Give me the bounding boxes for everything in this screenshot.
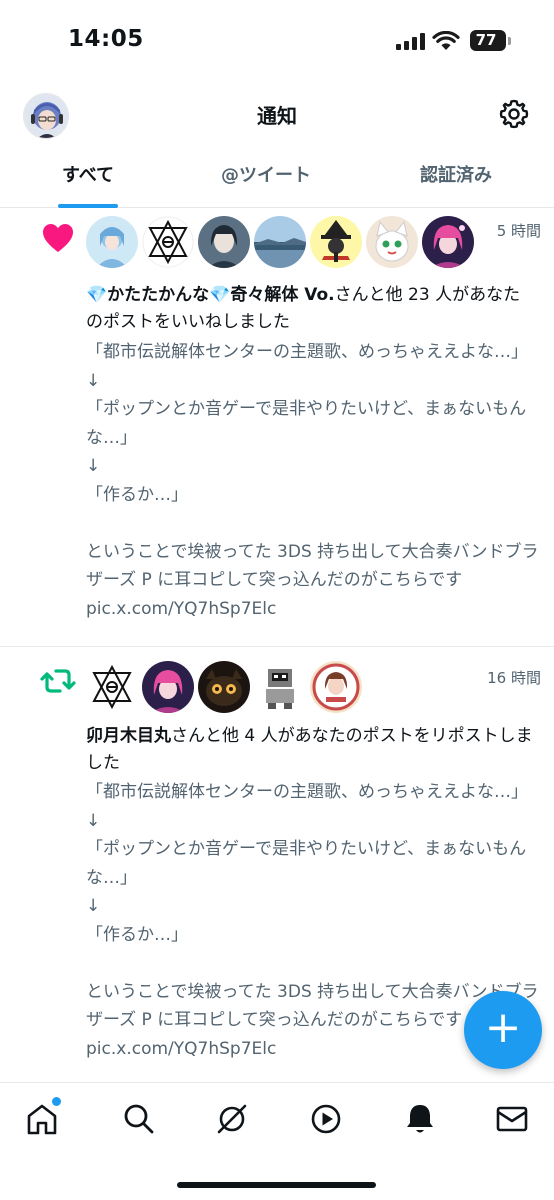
wifi-icon xyxy=(432,31,460,50)
avatar[interactable] xyxy=(254,216,306,268)
header: 通知 xyxy=(0,86,554,142)
notification-time: 5 時間 xyxy=(496,222,541,240)
avatar[interactable] xyxy=(142,661,194,713)
notification-actor[interactable]: 卯月木目丸 xyxy=(86,726,171,746)
notification-actor[interactable]: 💎かたたかんな💎奇々解体 Vo. xyxy=(86,285,335,305)
home-icon[interactable] xyxy=(24,1101,60,1137)
compose-button[interactable]: + xyxy=(464,991,542,1069)
notification-headline: 💎かたたかんな💎奇々解体 Vo.さんと他 23 人があなたのポストをいいねしまし… xyxy=(86,282,536,336)
tab-bar: すべて @ツイート 認証済み xyxy=(0,148,554,208)
notification-headline: 卯月木目丸さんと他 4 人があなたのポストをリポストしました xyxy=(86,723,536,777)
tab-verified[interactable]: 認証済み xyxy=(368,148,544,208)
repost-icon xyxy=(40,669,76,693)
avatar[interactable] xyxy=(422,216,474,268)
battery-icon: 77 xyxy=(470,30,506,51)
battery-cap xyxy=(508,37,511,45)
tab-mentions[interactable]: @ツイート xyxy=(176,148,356,208)
search-icon[interactable] xyxy=(121,1101,157,1137)
tab-all[interactable]: すべて xyxy=(0,148,176,208)
avatar[interactable] xyxy=(254,661,306,713)
avatar[interactable] xyxy=(310,661,362,713)
bell-icon[interactable] xyxy=(402,1101,438,1137)
video-icon[interactable] xyxy=(308,1101,344,1137)
notification-post-text[interactable]: 「都市伝説解体センターの主題歌、めっちゃええよな…」 ↓ 「ポップンとか音ゲーで… xyxy=(86,338,546,623)
gear-icon[interactable] xyxy=(498,98,530,130)
heart-icon xyxy=(43,224,73,252)
avatar[interactable] xyxy=(198,661,250,713)
avatar[interactable] xyxy=(142,216,194,268)
status-bar: 14:05 77 xyxy=(0,0,554,80)
avatar[interactable] xyxy=(86,216,138,268)
notification-like[interactable]: 5 時間 💎かたたかんな💎奇々解体 Vo.さんと他 23 人があなたのポストをい… xyxy=(0,208,554,646)
mail-icon[interactable] xyxy=(494,1101,530,1137)
notification-time: 16 時間 xyxy=(487,669,541,687)
plus-icon: + xyxy=(484,1002,522,1053)
page-title: 通知 xyxy=(257,104,297,128)
avatar[interactable] xyxy=(86,661,138,713)
home-indicator xyxy=(177,1182,376,1188)
status-time: 14:05 xyxy=(68,26,144,52)
home-unread-dot xyxy=(52,1097,61,1106)
avatar[interactable] xyxy=(366,216,418,268)
cellular-signal-icon xyxy=(396,33,425,50)
battery-level: 77 xyxy=(475,31,497,49)
grok-icon[interactable] xyxy=(214,1101,250,1137)
avatar[interactable] xyxy=(310,216,362,268)
avatar[interactable] xyxy=(198,216,250,268)
